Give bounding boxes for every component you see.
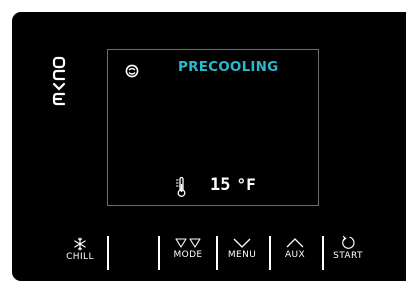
separator [216, 236, 218, 270]
evco-logo [52, 56, 66, 106]
snowflake-icon [74, 237, 86, 251]
separator [107, 236, 109, 270]
temperature-value: 15 [210, 175, 231, 195]
chevron-up-icon [286, 238, 304, 248]
start-label: START [333, 251, 363, 261]
separator [269, 236, 271, 270]
temperature-unit: °F [236, 175, 256, 194]
refresh-icon [342, 235, 355, 249]
status-text: PRECOOLING [178, 59, 279, 75]
menu-label: MENU [227, 250, 257, 260]
chill-button[interactable]: CHILL [60, 237, 100, 262]
start-button[interactable]: START [324, 235, 372, 261]
aux-button[interactable]: AUX [274, 237, 316, 260]
mode-button[interactable]: MODE [166, 237, 210, 260]
menu-button[interactable]: MENU [220, 237, 264, 260]
aux-label: AUX [284, 250, 306, 260]
double-down-triangle-icon [175, 238, 201, 248]
chill-label: CHILL [66, 252, 94, 262]
compressor-icon [125, 64, 139, 78]
mode-label: MODE [173, 250, 203, 260]
separator [158, 236, 160, 270]
thermometer-icon [176, 176, 186, 197]
temperature-readout: 15 °F [210, 175, 256, 195]
chevron-down-icon [233, 238, 251, 248]
